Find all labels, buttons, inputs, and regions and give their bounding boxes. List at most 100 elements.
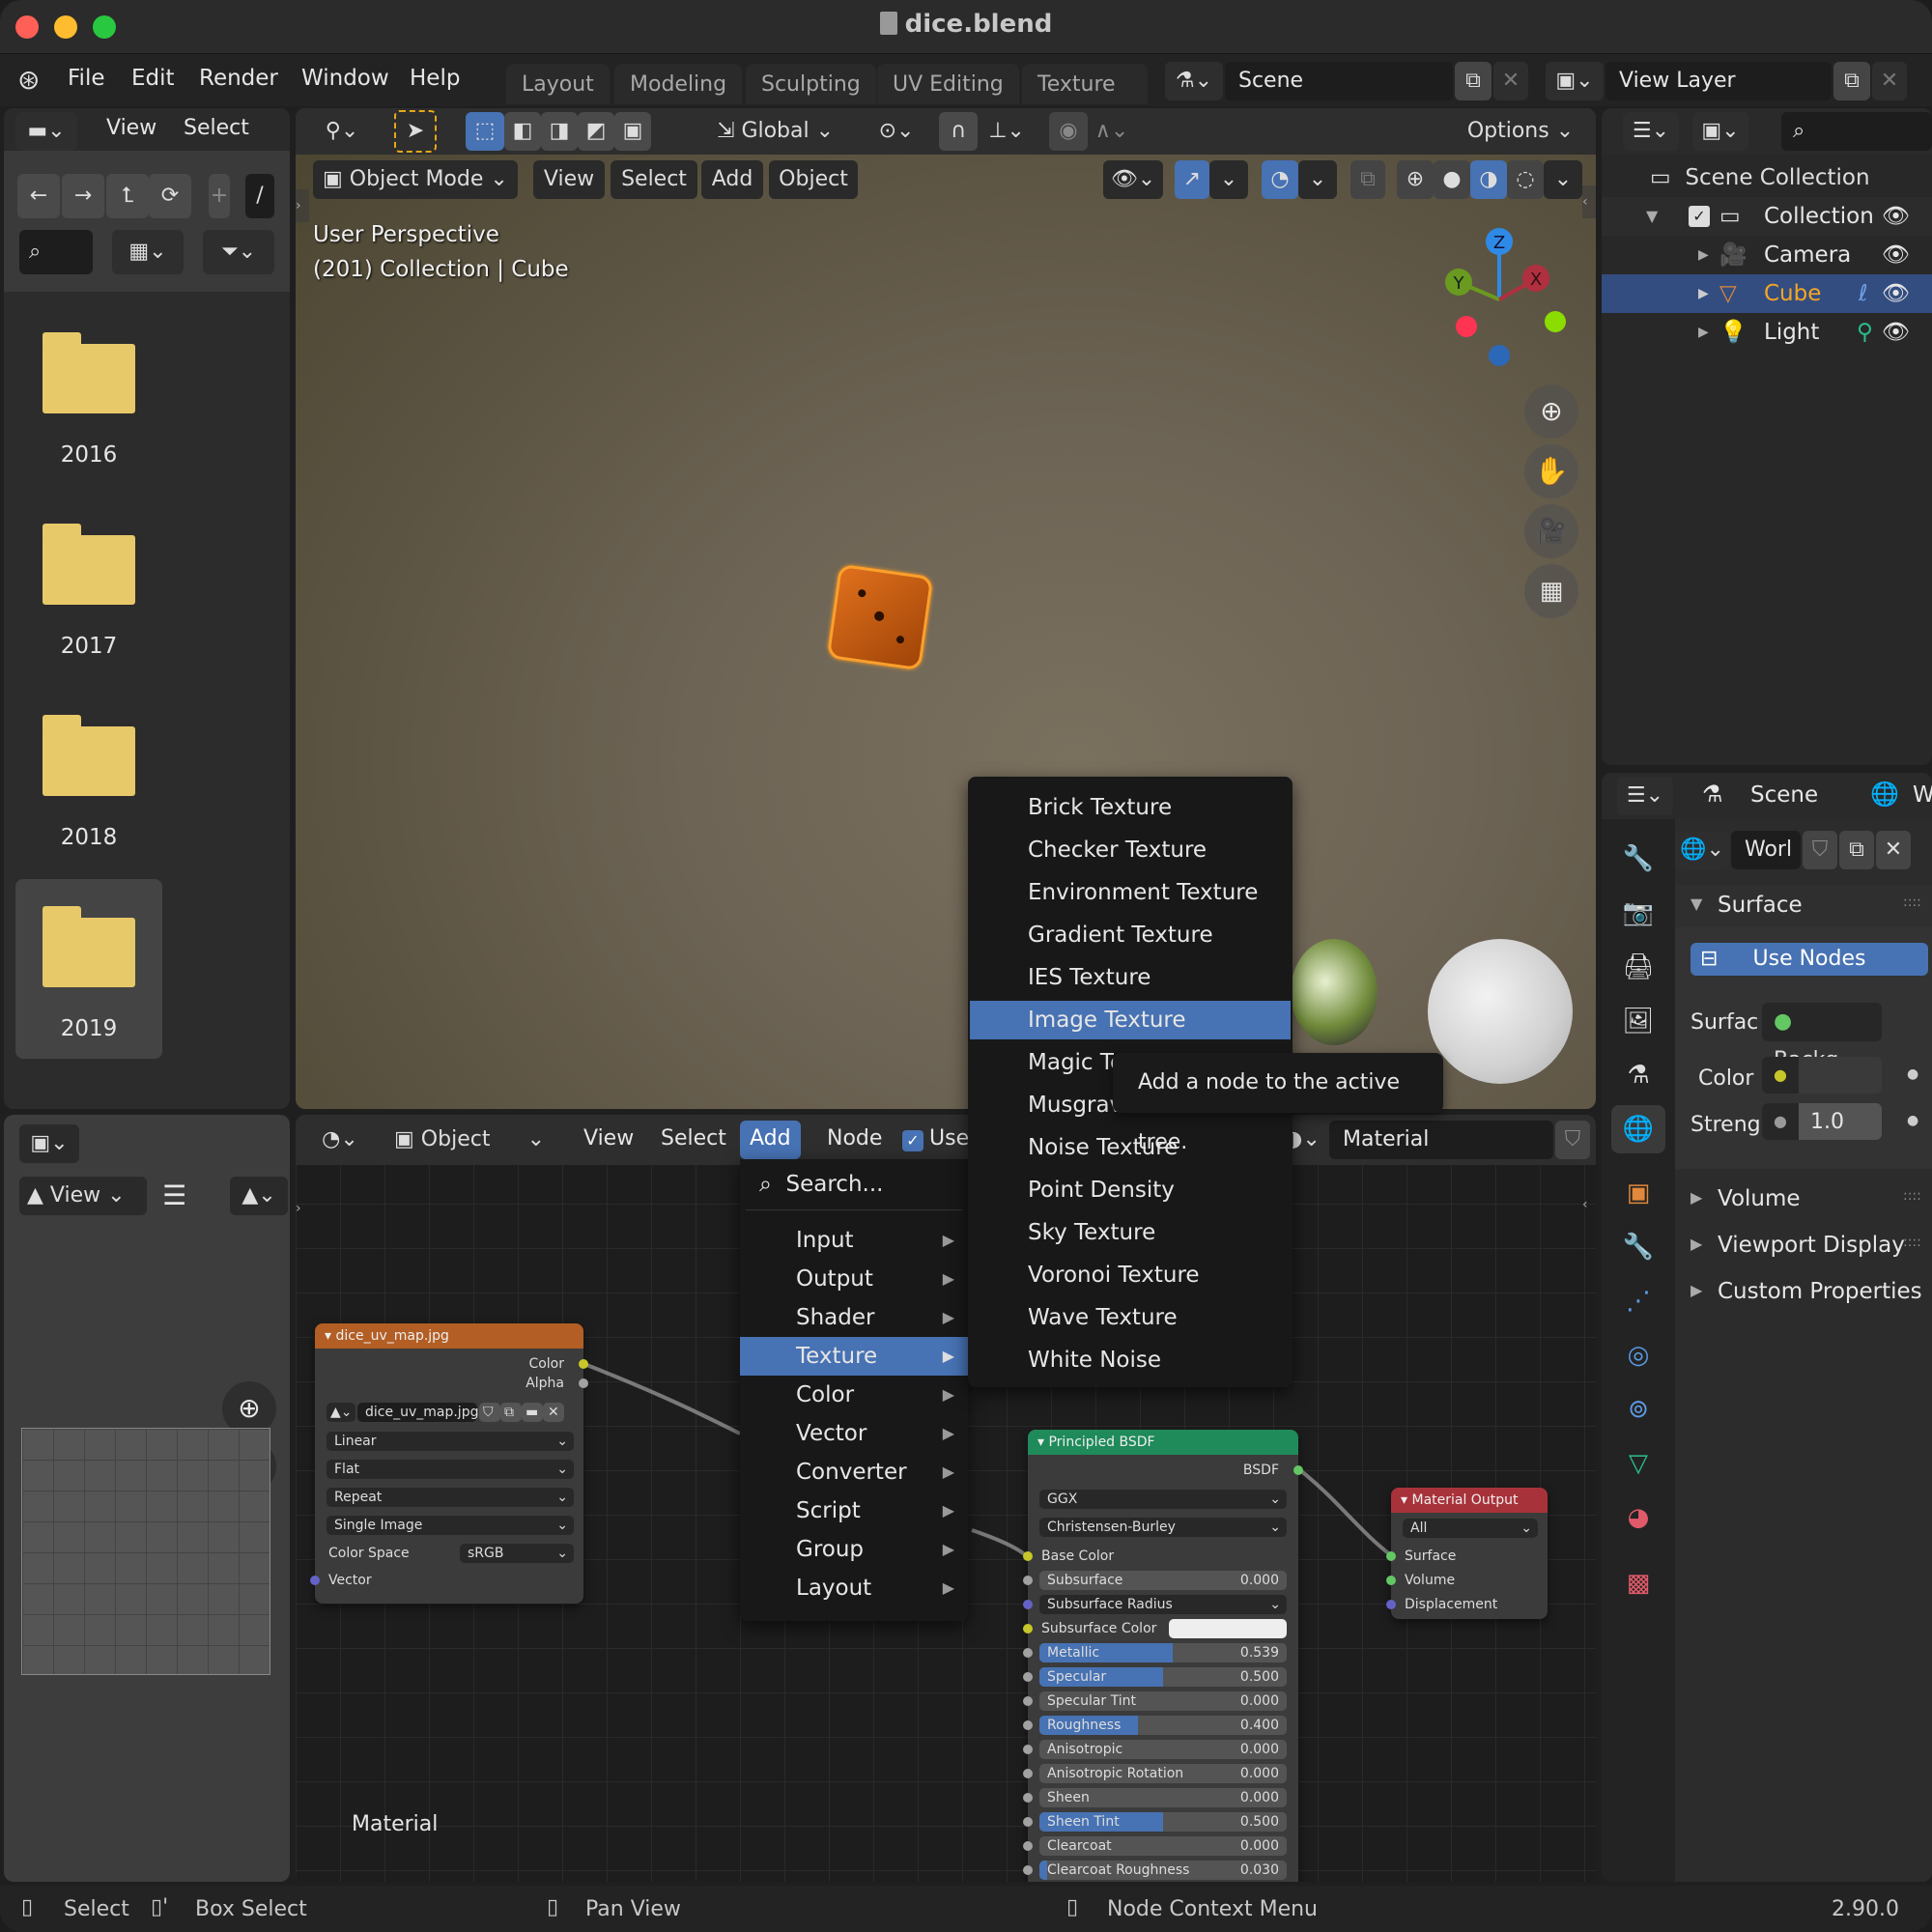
texture-menu-item-sky-texture[interactable]: Sky Texture [970, 1213, 1291, 1252]
visibility-eye-icon[interactable]: 👁 [1882, 274, 1910, 313]
sheen-slider[interactable]: Sheen 0.000 [1039, 1788, 1287, 1807]
outliner-item-cube[interactable]: ▶ ▽ Cube ℓ 👁 [1602, 274, 1932, 313]
input-specular-socket[interactable] [1023, 1672, 1033, 1682]
input-sheen-tint-socket[interactable] [1023, 1817, 1033, 1827]
projection-dropdown[interactable]: Flat ⌄ [327, 1460, 574, 1479]
add-menu-item-input[interactable]: Input ▶ [740, 1221, 968, 1260]
visibility-selectability-icon[interactable]: 👁⌄ [1103, 160, 1163, 199]
shading-options-chevron-icon[interactable]: ⌄ [1544, 160, 1582, 199]
input-specular-tint-socket[interactable] [1023, 1696, 1033, 1706]
hamburger-menu-icon[interactable]: ☰ [162, 1177, 186, 1215]
texture-menu-item-checker-texture[interactable]: Checker Texture [970, 831, 1291, 869]
select-mode-invert-icon[interactable]: ◩ [578, 112, 614, 151]
modifier-tab-icon[interactable]: 🔧 [1611, 1223, 1665, 1271]
texture-menu-item-brick-texture[interactable]: Brick Texture [970, 788, 1291, 827]
material-preview-shading-icon[interactable]: ◑ [1470, 160, 1507, 199]
texture-menu-item-noise-texture[interactable]: Noise Texture [970, 1128, 1291, 1167]
input-anisotropic-rotation-socket[interactable] [1023, 1769, 1033, 1778]
zoom-view-icon[interactable]: ⊕ [1524, 384, 1578, 439]
xray-toggle-icon[interactable]: ⧉ [1350, 160, 1385, 199]
forward-arrow-icon[interactable]: → [62, 174, 104, 218]
new-view-layer-icon[interactable]: ⧉ [1833, 62, 1870, 100]
disclosure-triangle-icon[interactable]: ▼ [1646, 197, 1658, 236]
add-menu-item-group[interactable]: Group ▶ [740, 1530, 968, 1569]
texture-menu-item-gradient-texture[interactable]: Gradient Texture [970, 916, 1291, 954]
outliner-editor-type-icon[interactable]: ☰⌄ [1623, 112, 1679, 151]
world-name-field[interactable]: Worl [1731, 831, 1801, 869]
drag-handle-icon[interactable]: :::: [1903, 1188, 1921, 1204]
folder-item-selected[interactable]: 2019 [15, 879, 162, 1059]
input-clearcoat-roughness-socket[interactable] [1023, 1865, 1033, 1875]
bsdf-node-header[interactable]: ▾ Principled BSDF [1028, 1430, 1298, 1455]
unlink-world-icon[interactable]: ✕ [1876, 831, 1911, 869]
scene-tab-icon[interactable]: ⚗ [1611, 1051, 1665, 1099]
image-node-header[interactable]: ▾ dice_uv_map.jpg [315, 1323, 583, 1349]
input-volume-socket[interactable] [1386, 1576, 1396, 1585]
color-field[interactable]: ● [1762, 1057, 1882, 1094]
menu-edit[interactable]: Edit [131, 66, 175, 91]
blender-logo-icon[interactable]: ⊛ [17, 64, 40, 96]
uv-grid-canvas[interactable] [21, 1428, 270, 1675]
surface-panel-header[interactable]: ▼ Surface :::: [1675, 885, 1932, 927]
menu-window[interactable]: Window [301, 66, 389, 91]
camera-view-icon[interactable]: 🎥 [1524, 504, 1578, 558]
overlays-options-chevron-icon[interactable]: ⌄ [1298, 160, 1337, 199]
refresh-icon[interactable]: ⟳ [149, 174, 191, 218]
pivot-point-icon[interactable]: ⊙⌄ [867, 112, 925, 151]
output-alpha-socket[interactable] [579, 1378, 588, 1388]
constraints-tab-icon[interactable]: ⊚ [1611, 1385, 1665, 1434]
outliner-scene-collection[interactable]: ▭ Scene Collection [1602, 158, 1932, 197]
view-layer-browse-icon[interactable]: ▣⌄ [1546, 62, 1604, 100]
properties-breadcrumb-scene[interactable]: Scene [1750, 782, 1818, 808]
tab-texture-paint[interactable]: Texture Pa [1022, 64, 1148, 104]
tab-uv-editing[interactable]: UV Editing [877, 64, 1019, 104]
subsurface-color-swatch[interactable] [1169, 1619, 1287, 1638]
subsurface-slider[interactable]: Subsurface 0.000 [1039, 1571, 1287, 1590]
distribution-dropdown[interactable]: GGX ⌄ [1039, 1490, 1287, 1509]
toolbar-expand-icon[interactable]: › [296, 189, 309, 222]
image-view-menu[interactable]: ▲ View ⌄ [19, 1177, 147, 1215]
output-node-header[interactable]: ▾ Material Output [1391, 1488, 1548, 1513]
clearcoat-roughness-slider[interactable]: Clearcoat Roughness 0.030 [1039, 1861, 1287, 1880]
pan-view-hand-icon[interactable]: ✋ [1524, 444, 1578, 498]
input-roughness-socket[interactable] [1023, 1720, 1033, 1730]
image-browse-icon[interactable]: ▲⌄ [230, 1177, 288, 1215]
input-metallic-socket[interactable] [1023, 1648, 1033, 1658]
add-menu-item-layout[interactable]: Layout ▶ [740, 1569, 968, 1607]
drag-handle-icon[interactable]: :::: [1903, 1235, 1921, 1250]
properties-breadcrumb-world[interactable]: W [1913, 782, 1932, 808]
new-world-icon[interactable]: ⧉ [1839, 831, 1874, 869]
menu-render[interactable]: Render [199, 66, 278, 91]
add-menu-item-script[interactable]: Script ▶ [740, 1492, 968, 1530]
collapse-triangle-icon[interactable]: ▾ [1401, 1492, 1407, 1508]
new-image-icon[interactable]: ⧉ [500, 1403, 522, 1422]
add-menu-item-output[interactable]: Output ▶ [740, 1260, 968, 1298]
snap-magnet-icon[interactable]: ∩ [939, 112, 978, 151]
show-gizmo-icon[interactable]: ↗ [1175, 160, 1209, 199]
view-layer-name-field[interactable]: View Layer [1605, 62, 1832, 100]
delete-scene-icon[interactable]: ✕ [1493, 62, 1528, 100]
viewport-select-menu[interactable]: Select [611, 160, 697, 199]
visibility-eye-icon[interactable]: 👁 [1882, 197, 1910, 236]
visibility-eye-icon[interactable]: 👁 [1882, 236, 1910, 274]
path-field[interactable]: / [245, 174, 274, 218]
visibility-eye-icon[interactable]: 👁 [1882, 313, 1910, 352]
perspective-grid-icon[interactable]: ▦ [1524, 564, 1578, 618]
menu-help[interactable]: Help [410, 66, 460, 91]
input-anisotropic-socket[interactable] [1023, 1745, 1033, 1754]
input-sheen-socket[interactable] [1023, 1793, 1033, 1803]
output-bsdf-socket[interactable] [1293, 1465, 1303, 1475]
viewport-object-menu[interactable]: Object [769, 160, 858, 199]
delete-view-layer-icon[interactable]: ✕ [1872, 62, 1907, 100]
color-space-dropdown[interactable]: sRGB ⌄ [460, 1544, 574, 1563]
input-base-color-socket[interactable] [1023, 1551, 1033, 1561]
input-surface-socket[interactable] [1386, 1551, 1396, 1561]
object-tab-icon[interactable]: ▣ [1611, 1169, 1665, 1217]
specular-tint-slider[interactable]: Specular Tint 0.000 [1039, 1691, 1287, 1711]
image-editor-type-icon[interactable]: ▣⌄ [19, 1124, 79, 1163]
select-mode-new-icon[interactable]: ⬚ [466, 112, 504, 151]
select-tool-icon[interactable]: ➤ [394, 110, 437, 153]
strength-field[interactable]: ● 1.0 [1762, 1103, 1882, 1140]
fake-user-shield-icon[interactable]: ⛉ [1803, 831, 1837, 869]
open-image-folder-icon[interactable]: ▬ [522, 1403, 543, 1422]
